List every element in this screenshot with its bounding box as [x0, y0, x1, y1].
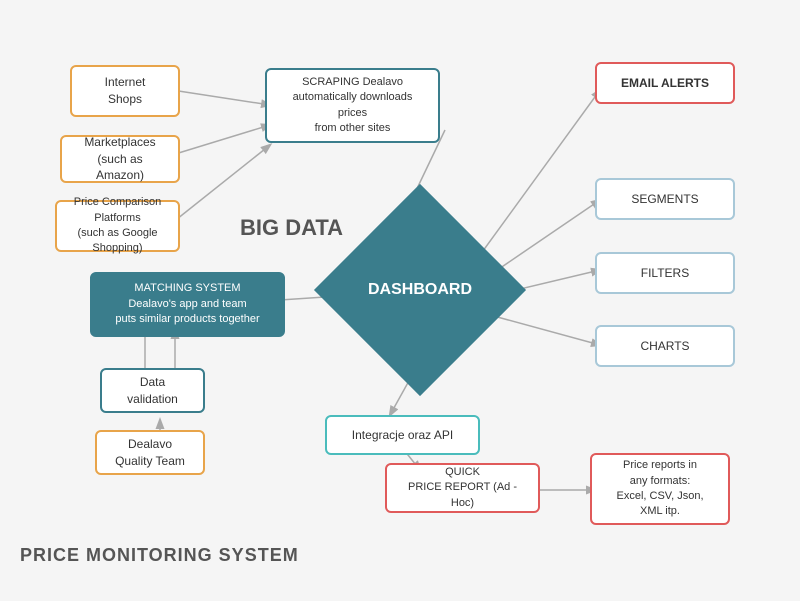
integracje-node: Integracje oraz API	[325, 415, 480, 455]
segments-label: SEGMENTS	[631, 191, 698, 208]
dashboard-label: DASHBOARD	[345, 215, 495, 365]
marketplaces-label: Marketplaces (such as Amazon)	[72, 134, 168, 184]
filters-label: FILTERS	[641, 265, 689, 282]
internet-shops-node: Internet Shops	[70, 65, 180, 117]
matching-system-label: MATCHING SYSTEM Dealavo's app and team p…	[115, 281, 259, 327]
quick-price-report-label: QUICK PRICE REPORT (Ad - Hoc)	[397, 465, 528, 511]
integracje-label: Integracje oraz API	[352, 427, 453, 444]
quick-price-report-node: QUICK PRICE REPORT (Ad - Hoc)	[385, 463, 540, 513]
email-alerts-label: EMAIL ALERTS	[621, 75, 709, 92]
scraping-label: SCRAPING Dealavo automatically downloads…	[277, 75, 428, 137]
scraping-node: SCRAPING Dealavo automatically downloads…	[265, 68, 440, 143]
price-reports-node: Price reports in any formats: Excel, CSV…	[590, 453, 730, 525]
price-reports-label: Price reports in any formats: Excel, CSV…	[616, 458, 703, 520]
matching-system-node: MATCHING SYSTEM Dealavo's app and team p…	[90, 272, 285, 337]
price-comparison-node: Price Comparison Platforms (such as Goog…	[55, 200, 180, 252]
email-alerts-node: EMAIL ALERTS	[595, 62, 735, 104]
dealavo-quality-node: Dealavo Quality Team	[95, 430, 205, 475]
segments-node: SEGMENTS	[595, 178, 735, 220]
filters-node: FILTERS	[595, 252, 735, 294]
data-validation-label: Data validation	[127, 374, 178, 408]
charts-label: CHARTS	[640, 338, 689, 355]
big-data-label: BIG DATA	[240, 215, 343, 241]
charts-node: CHARTS	[595, 325, 735, 367]
internet-shops-label: Internet Shops	[105, 74, 146, 108]
price-monitoring-label: PRICE MONITORING SYSTEM	[20, 545, 299, 566]
price-comparison-label: Price Comparison Platforms (such as Goog…	[67, 195, 168, 257]
marketplaces-node: Marketplaces (such as Amazon)	[60, 135, 180, 183]
data-validation-node: Data validation	[100, 368, 205, 413]
dealavo-quality-label: Dealavo Quality Team	[115, 436, 185, 470]
